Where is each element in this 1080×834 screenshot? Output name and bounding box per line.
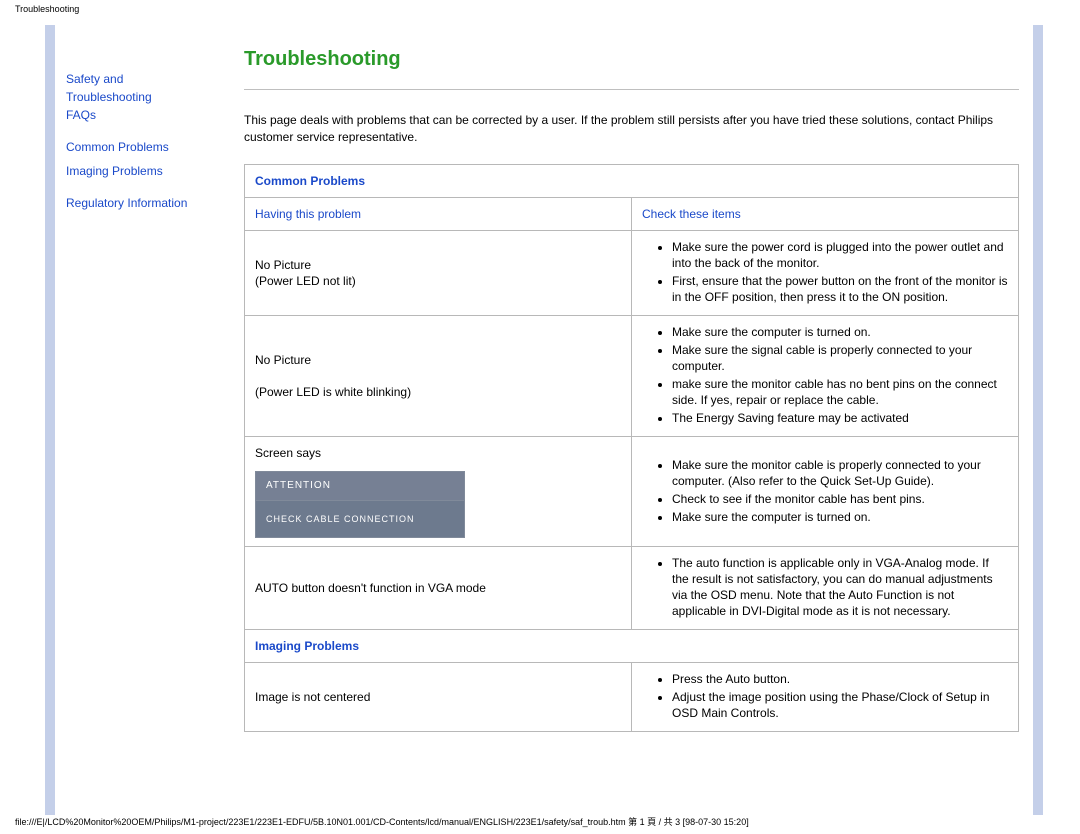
sidebar-link-common-problems[interactable]: Common Problems <box>66 140 169 154</box>
column-header-problem: Having this problem <box>245 198 632 231</box>
section-header-imaging: Imaging Problems <box>245 630 1019 663</box>
table-row: No Picture (Power LED not lit) Make sure… <box>245 231 1019 316</box>
sidebar-label: Troubleshooting <box>66 90 152 104</box>
list-item: Make sure the signal cable is properly c… <box>672 342 1008 374</box>
document-page: Troubleshooting Safety and Troubleshooti… <box>0 0 1080 834</box>
attention-box: ATTENTION CHECK CABLE CONNECTION <box>255 471 465 538</box>
problem-cell: Image is not centered <box>245 663 632 732</box>
checks-cell: The auto function is applicable only in … <box>632 547 1019 630</box>
list-item: First, ensure that the power button on t… <box>672 273 1008 305</box>
sidebar-link-imaging-problems[interactable]: Imaging Problems <box>66 164 163 178</box>
problem-text: No Picture <box>255 258 311 272</box>
problem-text: AUTO button doesn't function in VGA mode <box>255 581 486 595</box>
table-row: Common Problems <box>245 165 1019 198</box>
checks-cell: Make sure the monitor cable is properly … <box>632 437 1019 547</box>
problem-cell: No Picture (Power LED is white blinking) <box>245 316 632 437</box>
footer-path: file:///E|/LCD%20Monitor%20OEM/Philips/M… <box>15 815 749 828</box>
column-header-checks: Check these items <box>632 198 1019 231</box>
sidebar-nav: Safety and Troubleshooting FAQs Common P… <box>66 70 226 226</box>
sidebar-label: Safety and <box>66 72 123 86</box>
problem-text: Screen says <box>255 446 321 460</box>
table-row: Having this problem Check these items <box>245 198 1019 231</box>
section-header-common: Common Problems <box>245 165 1019 198</box>
checks-cell: Make sure the power cord is plugged into… <box>632 231 1019 316</box>
list-item: Check to see if the monitor cable has be… <box>672 491 1008 507</box>
divider <box>244 89 1019 90</box>
table-row: Screen says ATTENTION CHECK CABLE CONNEC… <box>245 437 1019 547</box>
sidebar-link-safety-troubleshooting[interactable]: Safety and Troubleshooting <box>66 72 152 104</box>
list-item: The Energy Saving feature may be activat… <box>672 410 1008 426</box>
table-row: No Picture (Power LED is white blinking)… <box>245 316 1019 437</box>
problem-text: (Power LED not lit) <box>255 274 356 288</box>
list-item: Make sure the monitor cable is properly … <box>672 457 1008 489</box>
sidebar-link-regulatory-information[interactable]: Regulatory Information <box>66 196 187 210</box>
list-item: Make sure the power cord is plugged into… <box>672 239 1008 271</box>
problem-cell: Screen says ATTENTION CHECK CABLE CONNEC… <box>245 437 632 547</box>
table-row: Imaging Problems <box>245 630 1019 663</box>
left-decorative-bar <box>45 25 55 815</box>
list-item: Make sure the computer is turned on. <box>672 324 1008 340</box>
problem-cell: No Picture (Power LED not lit) <box>245 231 632 316</box>
checks-cell: Make sure the computer is turned on. Mak… <box>632 316 1019 437</box>
troubleshooting-table: Common Problems Having this problem Chec… <box>244 164 1019 732</box>
problem-cell: AUTO button doesn't function in VGA mode <box>245 547 632 630</box>
list-item: make sure the monitor cable has no bent … <box>672 376 1008 408</box>
table-row: Image is not centered Press the Auto but… <box>245 663 1019 732</box>
list-item: Press the Auto button. <box>672 671 1008 687</box>
right-decorative-bar <box>1033 25 1043 815</box>
checks-cell: Press the Auto button. Adjust the image … <box>632 663 1019 732</box>
attention-title: ATTENTION <box>255 471 465 501</box>
attention-message: CHECK CABLE CONNECTION <box>255 501 465 538</box>
page-title: Troubleshooting <box>244 48 1019 71</box>
main-content: Troubleshooting This page deals with pro… <box>244 48 1019 732</box>
list-item: Make sure the computer is turned on. <box>672 509 1008 525</box>
sidebar-link-faqs[interactable]: FAQs <box>66 108 96 122</box>
problem-text: Image is not centered <box>255 690 370 704</box>
list-item: The auto function is applicable only in … <box>672 555 1008 619</box>
list-item: Adjust the image position using the Phas… <box>672 689 1008 721</box>
intro-paragraph: This page deals with problems that can b… <box>244 112 1019 146</box>
problem-text: No Picture <box>255 353 311 367</box>
problem-text: (Power LED is white blinking) <box>255 385 411 399</box>
table-row: AUTO button doesn't function in VGA mode… <box>245 547 1019 630</box>
browser-tab-label: Troubleshooting <box>15 4 79 14</box>
